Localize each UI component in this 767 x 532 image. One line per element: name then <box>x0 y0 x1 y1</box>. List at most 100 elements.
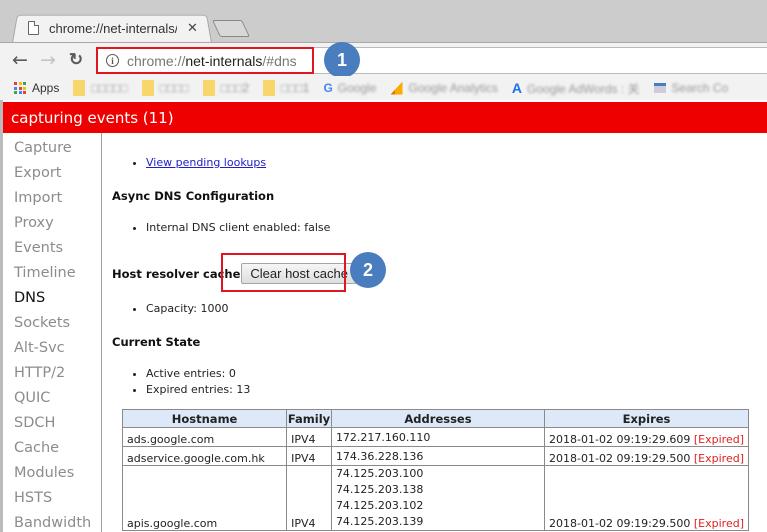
document-icon <box>28 21 39 35</box>
capacity-list: Capacity: 1000 <box>112 301 228 317</box>
sidebar-item-timeline[interactable]: Timeline <box>3 261 101 286</box>
sidebar-item-bandwidth[interactable]: Bandwidth <box>3 511 101 532</box>
close-tab-icon[interactable]: ✕ <box>187 21 198 36</box>
bookmark-label: Search Co <box>671 81 729 95</box>
analytics-icon <box>390 81 403 95</box>
sidebar-item-alt-svc[interactable]: Alt-Svc <box>3 336 101 361</box>
tab-title: chrome://net-internals/# <box>49 20 177 36</box>
clear-host-cache-button[interactable]: Clear host cache <box>241 263 357 284</box>
family-cell: IPV4 <box>286 427 332 447</box>
info-icon[interactable]: i <box>106 54 119 67</box>
expires-cell: 2018-01-02 09:19:29.609 [Expired] <box>544 427 749 447</box>
bookmark-label: Apps <box>32 81 60 95</box>
address: 174.36.228.136 <box>335 450 424 463</box>
sidebar-item-sockets[interactable]: Sockets <box>3 311 101 336</box>
apps-icon <box>14 82 26 94</box>
bookmark-google-adwords[interactable]: A Google AdWords : 关 <box>512 80 640 97</box>
list-item: View pending lookups <box>146 155 266 171</box>
host-cache-table: Hostname Family Addresses Expires ads.go… <box>121 409 749 531</box>
sidebar-item-import[interactable]: Import <box>3 186 101 211</box>
host-cache-heading: Host resolver cache <box>112 266 241 281</box>
bookmarks-bar: Apps □□□□□ □□□□ □□□2 □□□1 G Google Google… <box>0 76 767 100</box>
state-list: Active entries: 0 Expired entries: 13 <box>112 366 250 398</box>
hostname-cell: ads.google.com <box>121 427 288 447</box>
bookmark-folder-2[interactable]: □□□□ <box>141 80 189 96</box>
bookmark-label: □□□□□ <box>91 81 128 95</box>
addresses-cell: 174.36.228.136 <box>330 446 546 466</box>
bookmark-google-analytics[interactable]: Google Analytics <box>390 81 498 95</box>
bookmark-google[interactable]: G Google <box>323 81 376 95</box>
host-cache-row: Host resolver cache Clear host cache <box>112 263 357 284</box>
list-item: Expired entries: 13 <box>146 382 250 398</box>
address: 172.217.160.110 <box>335 431 431 444</box>
bookmark-search-console[interactable]: Search Co <box>653 81 729 95</box>
reload-button[interactable]: ↻ <box>62 46 90 74</box>
col-expires: Expires <box>544 409 749 428</box>
sidebar-item-sdch[interactable]: SDCH <box>3 411 101 436</box>
sidebar: Capture Export Import Proxy Events Timel… <box>3 133 102 532</box>
expires-cell: 2018-01-02 09:19:29.500 [Expired] <box>544 465 749 531</box>
async-dns-heading: Async DNS Configuration <box>112 189 275 203</box>
sidebar-item-cache[interactable]: Cache <box>3 436 101 461</box>
sidebar-item-dns[interactable]: DNS <box>3 286 101 311</box>
col-family: Family <box>286 409 332 428</box>
family-cell: IPV4 <box>286 446 332 466</box>
list-item: Active entries: 0 <box>146 366 250 382</box>
back-button[interactable]: ← <box>6 46 34 74</box>
table-header-row: Hostname Family Addresses Expires <box>121 409 749 428</box>
search-console-icon <box>653 83 666 93</box>
dns-panel: View pending lookups Async DNS Configura… <box>112 133 767 532</box>
family-cell: IPV4 <box>286 465 332 531</box>
col-hostname: Hostname <box>121 409 288 428</box>
hostname-cell: adservice.google.com.hk <box>121 446 288 466</box>
url-text: chrome://net-internals/#dns <box>127 52 297 69</box>
address: 74.125.203.138 <box>335 483 424 496</box>
pending-list: View pending lookups <box>112 155 266 171</box>
forward-button[interactable]: → <box>34 46 62 74</box>
sidebar-item-capture[interactable]: Capture <box>3 136 101 161</box>
address-bar[interactable]: i chrome://net-internals/#dns <box>96 47 767 74</box>
step-badge-1: 1 <box>324 42 360 78</box>
list-item: Internal DNS client enabled: false <box>146 220 330 236</box>
bookmark-label: □□□1 <box>281 81 310 95</box>
capture-status-banner: capturing events (11) <box>3 102 767 133</box>
folder-icon <box>202 80 215 96</box>
async-dns-list: Internal DNS client enabled: false <box>112 220 330 236</box>
bookmark-folder-3[interactable]: □□□2 <box>202 80 250 96</box>
folder-icon <box>263 80 276 96</box>
col-addresses: Addresses <box>330 409 546 428</box>
sidebar-item-http2[interactable]: HTTP/2 <box>3 361 101 386</box>
expired-badge: [Expired] <box>693 433 744 446</box>
toolbar: ← → ↻ i chrome://net-internals/#dns <box>0 42 767 76</box>
address: 74.125.203.139 <box>335 515 424 528</box>
bookmark-label: Google <box>337 81 377 95</box>
bookmark-folder-4[interactable]: □□□1 <box>263 80 309 96</box>
bookmark-label: Google Analytics <box>408 81 498 95</box>
folder-icon <box>141 80 154 96</box>
sidebar-item-quic[interactable]: QUIC <box>3 386 101 411</box>
expired-badge: [Expired] <box>693 517 744 530</box>
list-item: Capacity: 1000 <box>146 301 228 317</box>
folder-icon <box>73 80 86 96</box>
google-icon: G <box>323 81 333 95</box>
sidebar-item-export[interactable]: Export <box>3 161 101 186</box>
sidebar-item-hsts[interactable]: HSTS <box>3 486 101 511</box>
bookmark-apps[interactable]: Apps <box>0 81 59 95</box>
current-state-heading: Current State <box>112 335 201 349</box>
table-row: adservice.google.com.hk IPV4 174.36.228.… <box>121 446 749 466</box>
hostname-cell: apis.google.com <box>121 465 288 531</box>
view-pending-lookups-link[interactable]: View pending lookups <box>146 156 266 169</box>
bookmark-folder-1[interactable]: □□□□□ <box>73 80 128 96</box>
sidebar-item-modules[interactable]: Modules <box>3 461 101 486</box>
bookmark-label: □□□□ <box>159 81 189 95</box>
sidebar-item-proxy[interactable]: Proxy <box>3 211 101 236</box>
expires-cell: 2018-01-02 09:19:29.500 [Expired] <box>544 446 749 466</box>
table-row: ads.google.com IPV4 172.217.160.110 2018… <box>121 427 749 447</box>
addresses-cell: 172.217.160.110 <box>330 427 546 447</box>
sidebar-item-events[interactable]: Events <box>3 236 101 261</box>
adwords-icon: A <box>511 80 523 96</box>
expired-badge: [Expired] <box>693 452 744 465</box>
addresses-cell: 74.125.203.100 74.125.203.138 74.125.203… <box>330 465 546 531</box>
active-tab-content[interactable]: chrome://net-internals/# ✕ <box>22 17 212 39</box>
bookmark-label: □□□2 <box>220 81 250 95</box>
